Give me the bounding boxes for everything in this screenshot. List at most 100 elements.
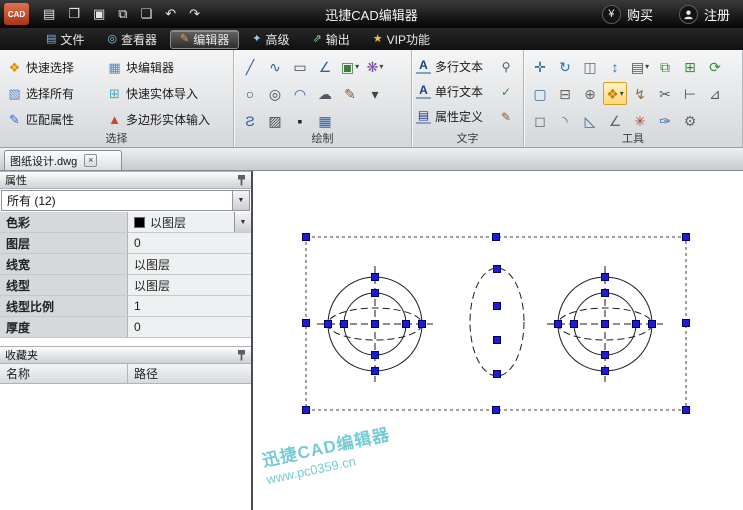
property-dropdown-button[interactable]: ▼ xyxy=(234,212,251,232)
mirror-icon[interactable]: ◫ xyxy=(578,55,602,78)
grip[interactable] xyxy=(683,320,690,327)
property-value[interactable]: 以图层▼ xyxy=(128,212,251,232)
select-window-icon[interactable]: ◻ xyxy=(528,109,552,132)
middle-ellipse-entity[interactable] xyxy=(470,268,524,376)
grip[interactable] xyxy=(372,290,379,297)
properties-filter-dropdown[interactable]: 所有 (12) ▼ xyxy=(1,190,250,211)
ribbon-item-match-properties[interactable]: ✎匹配属性 xyxy=(4,111,104,128)
undo-icon[interactable]: ↶ xyxy=(165,6,176,22)
color-blocks-icon[interactable]: ❖▾ xyxy=(603,82,627,105)
array-icon[interactable]: ⊞ xyxy=(678,55,702,78)
measure-icon[interactable]: ⊕ xyxy=(578,82,602,105)
stretch-icon[interactable]: ↕ xyxy=(603,55,627,78)
grip[interactable] xyxy=(602,274,609,281)
tab-file[interactable]: ▤文件 xyxy=(36,30,94,49)
find-replace-icon[interactable]: ⚲ xyxy=(496,57,516,77)
save-icon[interactable]: ▣ xyxy=(93,6,105,22)
extend-icon[interactable]: ⊢ xyxy=(678,82,702,105)
chevron-down-icon[interactable]: ▼ xyxy=(232,191,249,210)
grip[interactable] xyxy=(403,321,410,328)
line-icon[interactable]: ╱ xyxy=(238,55,262,78)
grip[interactable] xyxy=(303,234,310,241)
offset-icon[interactable]: ⊟ xyxy=(553,82,577,105)
shape-tools-dropdown[interactable]: ▤▾ xyxy=(628,55,652,78)
text-edit-icon[interactable]: ✎ xyxy=(496,107,516,127)
ribbon-item-quick-select[interactable]: ❖快速选择 xyxy=(4,59,104,76)
ribbon-item-block-editor[interactable]: ▦块编辑器 xyxy=(104,59,232,76)
grip[interactable] xyxy=(602,290,609,297)
pin-icon[interactable] xyxy=(237,175,246,186)
grip[interactable] xyxy=(494,266,501,273)
grip[interactable] xyxy=(303,407,310,414)
property-value[interactable]: 0 xyxy=(128,233,251,253)
property-value[interactable]: 以图层 xyxy=(128,275,251,295)
grip[interactable] xyxy=(555,321,562,328)
grip[interactable] xyxy=(372,352,379,359)
copy-icon[interactable]: ⧉ xyxy=(653,55,677,78)
table-icon[interactable]: ▦ xyxy=(313,109,337,132)
rotate-icon[interactable]: ↻ xyxy=(553,55,577,78)
dropdown-arrow[interactable]: ▾ xyxy=(379,62,383,71)
tab-advanced[interactable]: ✦高级 xyxy=(242,30,299,49)
save-all-icon[interactable]: ⧉ xyxy=(118,6,127,22)
break-icon[interactable]: ⊿ xyxy=(703,82,727,105)
arc-icon[interactable]: ◠ xyxy=(288,82,312,105)
grip[interactable] xyxy=(602,321,609,328)
grip[interactable] xyxy=(372,368,379,375)
polyline-edit-icon[interactable]: ↯ xyxy=(628,82,652,105)
rectangle-icon[interactable]: ▭ xyxy=(288,55,312,78)
grip[interactable] xyxy=(493,234,500,241)
grip[interactable] xyxy=(494,337,501,344)
revision-cloud-icon[interactable]: ☁ xyxy=(313,82,337,105)
dropdown-arrow[interactable]: ▾ xyxy=(645,62,649,71)
document-tab[interactable]: 图纸设计.dwg × xyxy=(4,150,122,170)
circle-icon[interactable]: ○ xyxy=(238,82,262,105)
property-value[interactable]: 0 xyxy=(128,317,251,337)
favorites-column-0[interactable]: 名称 xyxy=(0,364,128,383)
grip[interactable] xyxy=(683,234,690,241)
sketch-pen-icon[interactable]: ✎ xyxy=(338,82,362,105)
open-file-icon[interactable]: ❐ xyxy=(68,6,80,22)
hatch-icon[interactable]: ▨ xyxy=(263,109,287,132)
ribbon-item-attribute-definition[interactable]: ▤属性定义 xyxy=(416,108,496,125)
tab-editor[interactable]: ✎编辑器 xyxy=(170,30,239,49)
draw-more-dropdown[interactable]: ▾ xyxy=(363,82,387,105)
redo-icon[interactable]: ↷ xyxy=(189,6,200,22)
grip[interactable] xyxy=(683,407,690,414)
new-file-icon[interactable]: ▤ xyxy=(43,6,55,22)
dropdown-arrow[interactable]: ▾ xyxy=(620,89,624,98)
buy-button[interactable]: ¥ 购买 xyxy=(589,0,666,28)
grip[interactable] xyxy=(571,321,578,328)
grip[interactable] xyxy=(494,303,501,310)
chamfer-icon[interactable]: ◺ xyxy=(578,109,602,132)
ribbon-item-polygon-entity-input[interactable]: ▲多边形实体输入 xyxy=(104,111,232,128)
grip[interactable] xyxy=(494,371,501,378)
point-icon[interactable]: ▪ xyxy=(288,109,312,132)
tab-vip[interactable]: ★VIP功能 xyxy=(363,30,440,49)
grip[interactable] xyxy=(341,321,348,328)
grip[interactable] xyxy=(372,321,379,328)
insert-block-icon[interactable]: ▣▾ xyxy=(338,55,362,78)
dropdown-arrow[interactable]: ▾ xyxy=(355,62,359,71)
polyline-icon[interactable]: ∠ xyxy=(313,55,337,78)
grip[interactable] xyxy=(303,320,310,327)
property-value[interactable]: 以图层 xyxy=(128,254,251,274)
ribbon-item-select-all[interactable]: ▧选择所有 xyxy=(4,85,104,102)
ribbon-item-singleline-text[interactable]: A单行文本 xyxy=(416,83,496,100)
tab-viewer[interactable]: ◎查看器 xyxy=(97,30,167,49)
ribbon-item-quick-entity-import[interactable]: ⊞快速实体导入 xyxy=(104,85,232,102)
close-tab-icon[interactable]: × xyxy=(84,154,97,167)
pattern-icon[interactable]: ❋▾ xyxy=(363,55,387,78)
grip[interactable] xyxy=(419,321,426,328)
grip[interactable] xyxy=(325,321,332,328)
spell-check-icon[interactable]: ✓ xyxy=(496,82,516,102)
spline2-icon[interactable]: Ƨ xyxy=(238,109,262,132)
favorites-column-1[interactable]: 路径 xyxy=(128,364,251,383)
explode-icon[interactable]: ✳ xyxy=(628,109,652,132)
spline-icon[interactable]: ∿ xyxy=(263,55,287,78)
align-icon[interactable]: ∠ xyxy=(603,109,627,132)
grip[interactable] xyxy=(602,352,609,359)
move-icon[interactable]: ✛ xyxy=(528,55,552,78)
pin-icon[interactable] xyxy=(237,350,246,361)
grip[interactable] xyxy=(649,321,656,328)
